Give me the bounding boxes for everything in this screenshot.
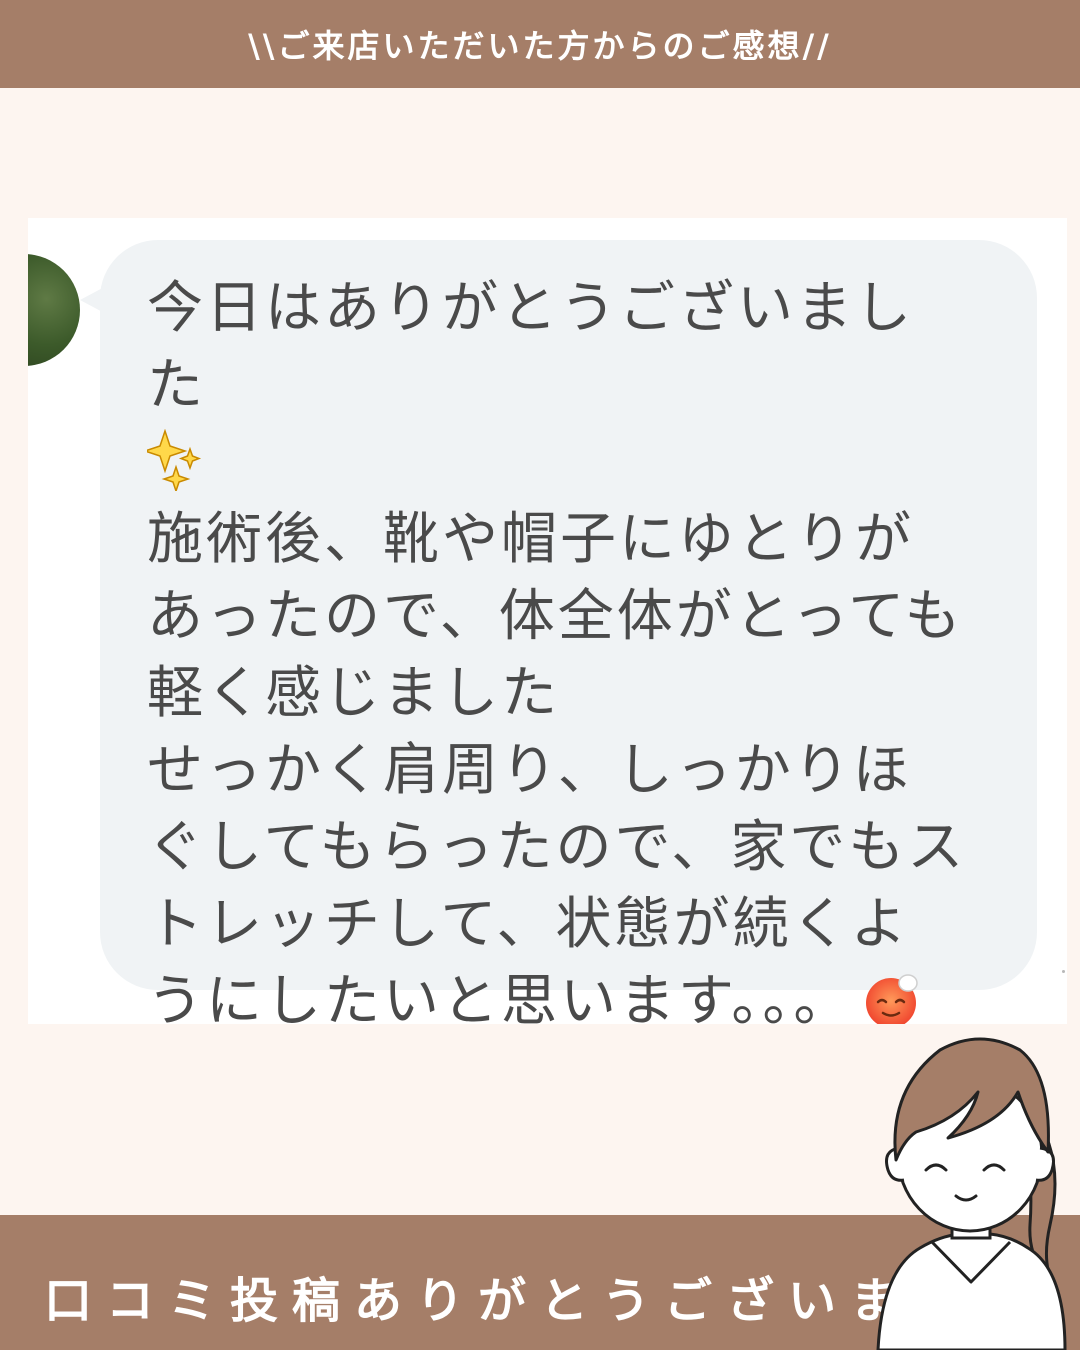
sparkles-icon bbox=[147, 429, 202, 491]
message-line-1: 今日はありがとうございました bbox=[147, 276, 914, 418]
thanks-label: 口コミ投稿ありがとうございます bbox=[44, 1273, 975, 1329]
page-title: \\ご来店いただいた方からのご感想// bbox=[248, 27, 832, 65]
chat-screenshot: 今日はありがとうございました 施術後、靴や帽子にゆとりがあったので、体全体がとっ… bbox=[28, 218, 1067, 1024]
avatar bbox=[28, 254, 80, 366]
read-mark bbox=[1062, 970, 1065, 973]
hot-face-icon bbox=[866, 974, 919, 1024]
top-banner: \\ご来店いただいた方からのご感想// bbox=[0, 0, 1080, 88]
message-text: 今日はありがとうございました 施術後、靴や帽子にゆとりがあったので、体全体がとっ… bbox=[147, 270, 967, 1024]
woman-illustration bbox=[876, 1037, 1067, 1350]
message-body: 施術後、靴や帽子にゆとりがあったので、体全体がとっても軽く感じました せっかく肩… bbox=[147, 507, 967, 1024]
message-bubble: 今日はありがとうございました 施術後、靴や帽子にゆとりがあったので、体全体がとっ… bbox=[100, 240, 1037, 1024]
